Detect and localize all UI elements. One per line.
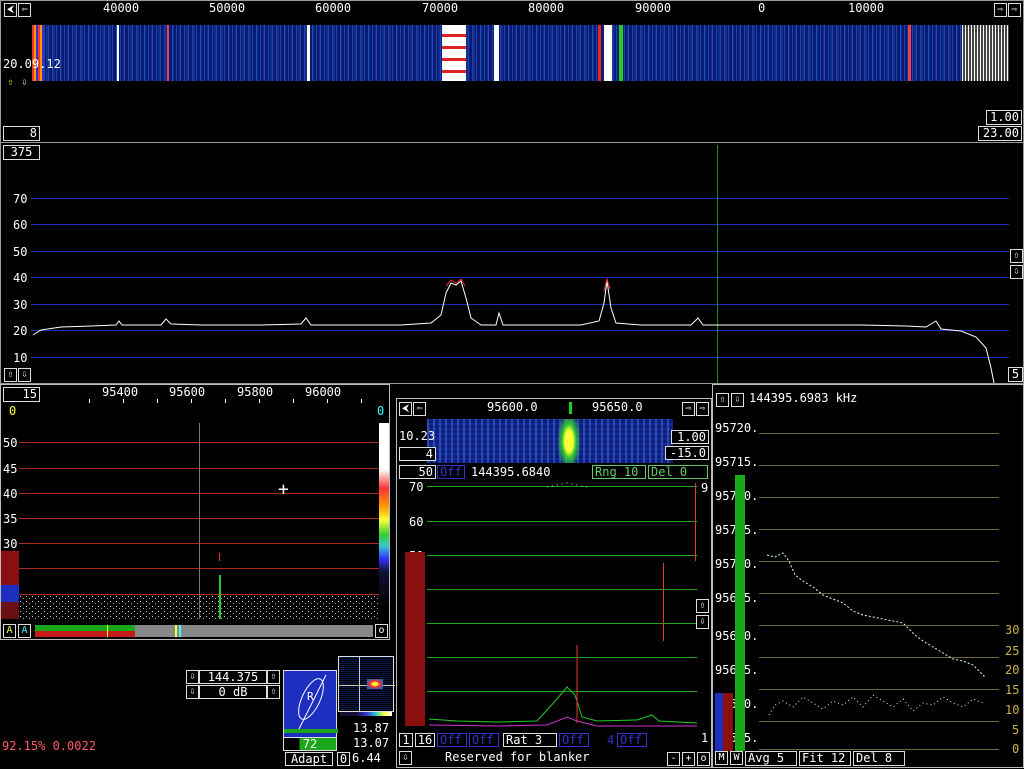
trace-count-box[interactable]: 5	[1008, 367, 1023, 382]
offset-box[interactable]: 23.00	[978, 126, 1022, 141]
adapt-button[interactable]: Adapt	[285, 752, 333, 766]
up-arrow-icon[interactable]: ⇧	[4, 77, 17, 91]
crosshair-icon: +	[278, 479, 289, 500]
signal-bar	[35, 625, 373, 637]
option-o-button[interactable]: o	[375, 624, 388, 638]
gain-box[interactable]: 1.00	[986, 110, 1022, 125]
top-waterfall-panel: ⮜ ⇦ ⇨ ⇨ 40000 50000 60000 70000 80000 90…	[0, 0, 1024, 143]
down-arrow-button[interactable]: ⇩	[1010, 265, 1023, 279]
scroll-left-button-2[interactable]: ⇦	[18, 3, 31, 17]
freq-label: 90000	[635, 1, 672, 15]
freq-label: 80000	[528, 1, 565, 15]
avg-box[interactable]: 8	[3, 126, 40, 141]
off-toggle[interactable]: Off	[469, 733, 499, 747]
up-arrow-button[interactable]: ⇧	[267, 685, 280, 699]
center-panel: ⮜ ⇦ 95600.0 95650.0 ⇨ ⇨ 10.23 4 1.00 -15…	[396, 398, 712, 768]
reserved-text: Reserved for blanker	[445, 750, 590, 764]
up-arrow-button[interactable]: ⇧	[1010, 249, 1023, 263]
spectrum-panel: 375 70 60 50 40 30 20 10 ⇧ ⇩ ⇧ ⇩ 5	[0, 142, 1024, 384]
freq-label: 40000	[103, 1, 140, 15]
gain-box[interactable]: 0 dB	[199, 685, 267, 699]
noise-floor	[19, 595, 379, 619]
polar-label: R	[307, 690, 314, 703]
mode-w-button[interactable]: W	[730, 751, 743, 765]
fit-box[interactable]: Fit 12	[799, 751, 851, 766]
step-box[interactable]: 1	[399, 733, 413, 747]
down-arrow-icon[interactable]: ⇩	[18, 77, 31, 91]
freq-label: 0	[758, 1, 766, 15]
mode-a-button-2[interactable]: A	[18, 624, 31, 638]
freq-label: 60000	[315, 1, 352, 15]
scroll-left-button[interactable]: ⮜	[4, 3, 17, 17]
freq-label: 10000	[848, 1, 885, 15]
readout-3: 6.44	[352, 751, 381, 765]
down-arrow-button[interactable]: ⇩	[186, 670, 199, 684]
off-toggle[interactable]: Off	[437, 733, 467, 747]
readout-1: 13.87	[353, 721, 390, 735]
num-label: 4	[607, 733, 615, 747]
spectrum-trace	[32, 277, 995, 384]
plus-button[interactable]: +	[682, 752, 695, 766]
down-arrow-button[interactable]: ⇩	[399, 751, 412, 765]
waterfall-display[interactable]	[32, 25, 1009, 81]
off-toggle[interactable]: Off	[617, 733, 647, 747]
delay-box[interactable]: Del 8	[853, 751, 905, 766]
value-72: 72	[283, 737, 337, 751]
freq-label: 50000	[209, 1, 246, 15]
scroll-right-button-2[interactable]: ⇨	[1008, 3, 1021, 17]
value-0: 0	[337, 752, 350, 766]
readout-2: 13.07	[353, 736, 390, 750]
up-arrow-button[interactable]: ⇧	[4, 368, 17, 382]
ratio-box[interactable]: Rat 3	[503, 733, 557, 747]
up-arrow-button[interactable]: ⇧	[267, 670, 280, 684]
down-arrow-button[interactable]: ⇩	[186, 685, 199, 699]
mini-waterfall[interactable]	[338, 656, 395, 713]
mode-m-button[interactable]: M	[715, 751, 728, 765]
off-toggle[interactable]: Off	[559, 733, 589, 747]
narrowband-panel: 15 95400 95600 95800 96000 0 0 50 45 40 …	[0, 384, 390, 640]
mode-a-button[interactable]: A	[3, 624, 16, 638]
minus-button[interactable]: -	[667, 752, 680, 766]
freq-drift-panel: ⇧ ⇩ 144395.6983 kHz 95720. 95715. 95710.…	[712, 384, 1024, 768]
date-label: 20.09.12	[3, 57, 61, 71]
scroll-right-button[interactable]: ⇨	[994, 3, 1007, 17]
polarization-display[interactable]: R	[283, 670, 338, 738]
option-o-button[interactable]: o	[697, 752, 710, 766]
center-spectrum	[428, 482, 698, 727]
status-readout: 92.15% 0.0022	[2, 739, 96, 753]
drift-plot	[766, 552, 986, 716]
avg-box[interactable]: Avg 5	[745, 751, 797, 766]
freq-label: 70000	[422, 1, 459, 15]
down-arrow-button[interactable]: ⇩	[18, 368, 31, 382]
count-box[interactable]: 16	[415, 733, 435, 747]
freq-box[interactable]: 144.375	[199, 670, 267, 684]
